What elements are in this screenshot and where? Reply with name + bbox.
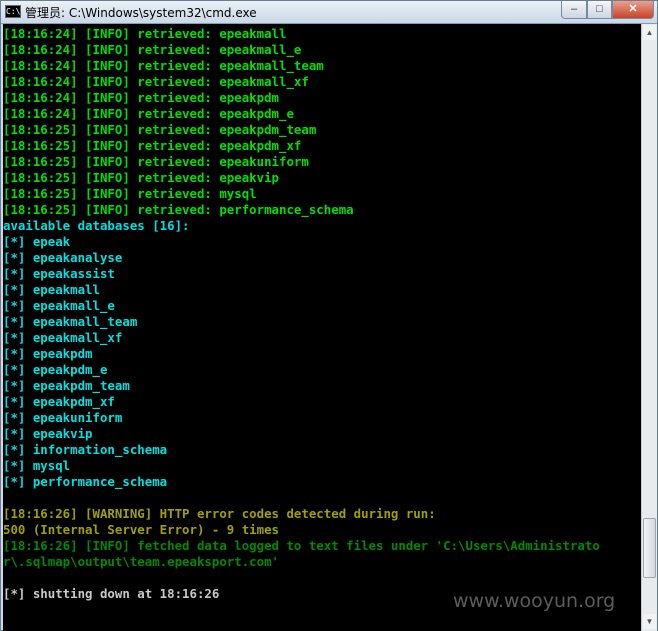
console-line: [*] epeakmall_e: [3, 298, 115, 313]
console-line: [18:16:26] [WARNING] HTTP error codes de…: [3, 506, 436, 521]
console-line: [18:16:25] [INFO] retrieved: epeakpdm_te…: [3, 122, 317, 137]
console-line: [*] epeakmall_team: [3, 314, 138, 329]
console-line: [*] epeak: [3, 234, 71, 249]
cmd-app-icon[interactable]: C:\: [5, 5, 21, 18]
console-line: [*] epeakpdm_e: [3, 362, 108, 377]
minimize-button[interactable]: –: [561, 1, 587, 19]
title-bar[interactable]: C:\ 管理员: C:\Windows\system32\cmd.exe – □…: [1, 1, 657, 24]
console-line: [18:16:25] [INFO] retrieved: epeakpdm_xf: [3, 138, 302, 153]
window-title: 管理员: C:\Windows\system32\cmd.exe: [25, 6, 257, 20]
console-line: [18:16:24] [INFO] retrieved: epeakmall: [3, 26, 287, 41]
console-line: [18:16:24] [INFO] retrieved: epeakpdm_e: [3, 106, 294, 121]
console-line: [18:16:24] [INFO] retrieved: epeakmall_x…: [3, 74, 309, 89]
console-output[interactable]: [18:16:24] [INFO] retrieved: epeakmall [1…: [3, 24, 641, 631]
console-lines: [18:16:24] [INFO] retrieved: epeakmall [1…: [3, 26, 600, 602]
console-line: [*] epeakmall: [3, 282, 100, 297]
console-line: [18:16:25] [INFO] retrieved: performance…: [3, 202, 354, 217]
watermark: www.wooyun.org: [453, 590, 616, 612]
console-line: [18:16:25] [INFO] retrieved: epeakvip: [3, 170, 280, 185]
console-line: [18:16:25] [INFO] retrieved: epeakunifor…: [3, 154, 309, 169]
console-line: [*] epeakmall_xf: [3, 330, 123, 345]
cmd-window: C:\ 管理员: C:\Windows\system32\cmd.exe – □…: [0, 0, 658, 631]
console-line: r\.sqlmap\output\team.epeaksport.com': [3, 554, 280, 569]
console-line: [*] epeakpdm_xf: [3, 394, 115, 409]
console-line: [*] mysql: [3, 458, 71, 473]
console-line: [18:16:24] [INFO] retrieved: epeakpdm: [3, 90, 280, 105]
scroll-up-arrow-icon[interactable]: ▲: [643, 25, 656, 40]
console-line: [18:16:25] [INFO] retrieved: mysql: [3, 186, 257, 201]
console-line: available databases [16]:: [3, 218, 190, 233]
console-line: [*] information_schema: [3, 442, 168, 457]
console-line: [*] epeakuniform: [3, 410, 123, 425]
console-line: [*] epeakvip: [3, 426, 93, 441]
scrollbar-thumb[interactable]: [643, 518, 656, 578]
close-button[interactable]: ✕: [612, 1, 654, 19]
vertical-scrollbar[interactable]: ▲ ▼: [641, 24, 657, 631]
console-line: [*] performance_schema: [3, 474, 168, 489]
scroll-down-arrow-icon[interactable]: ▼: [643, 614, 656, 629]
console-line: [*] epeakpdm_team: [3, 378, 130, 393]
console-line: [18:16:24] [INFO] retrieved: epeakmall_t…: [3, 58, 324, 73]
console-line: 500 (Internal Server Error) - 9 times: [3, 522, 280, 537]
maximize-button[interactable]: □: [587, 1, 612, 19]
console-line: [*] epeakassist: [3, 266, 115, 281]
console-line: [*] epeakpdm: [3, 346, 93, 361]
console-line: [18:16:24] [INFO] retrieved: epeakmall_e: [3, 42, 302, 57]
console-line: [*] epeakanalyse: [3, 250, 123, 265]
console-line: [18:16:26] [INFO] fetched data logged to…: [3, 538, 600, 553]
